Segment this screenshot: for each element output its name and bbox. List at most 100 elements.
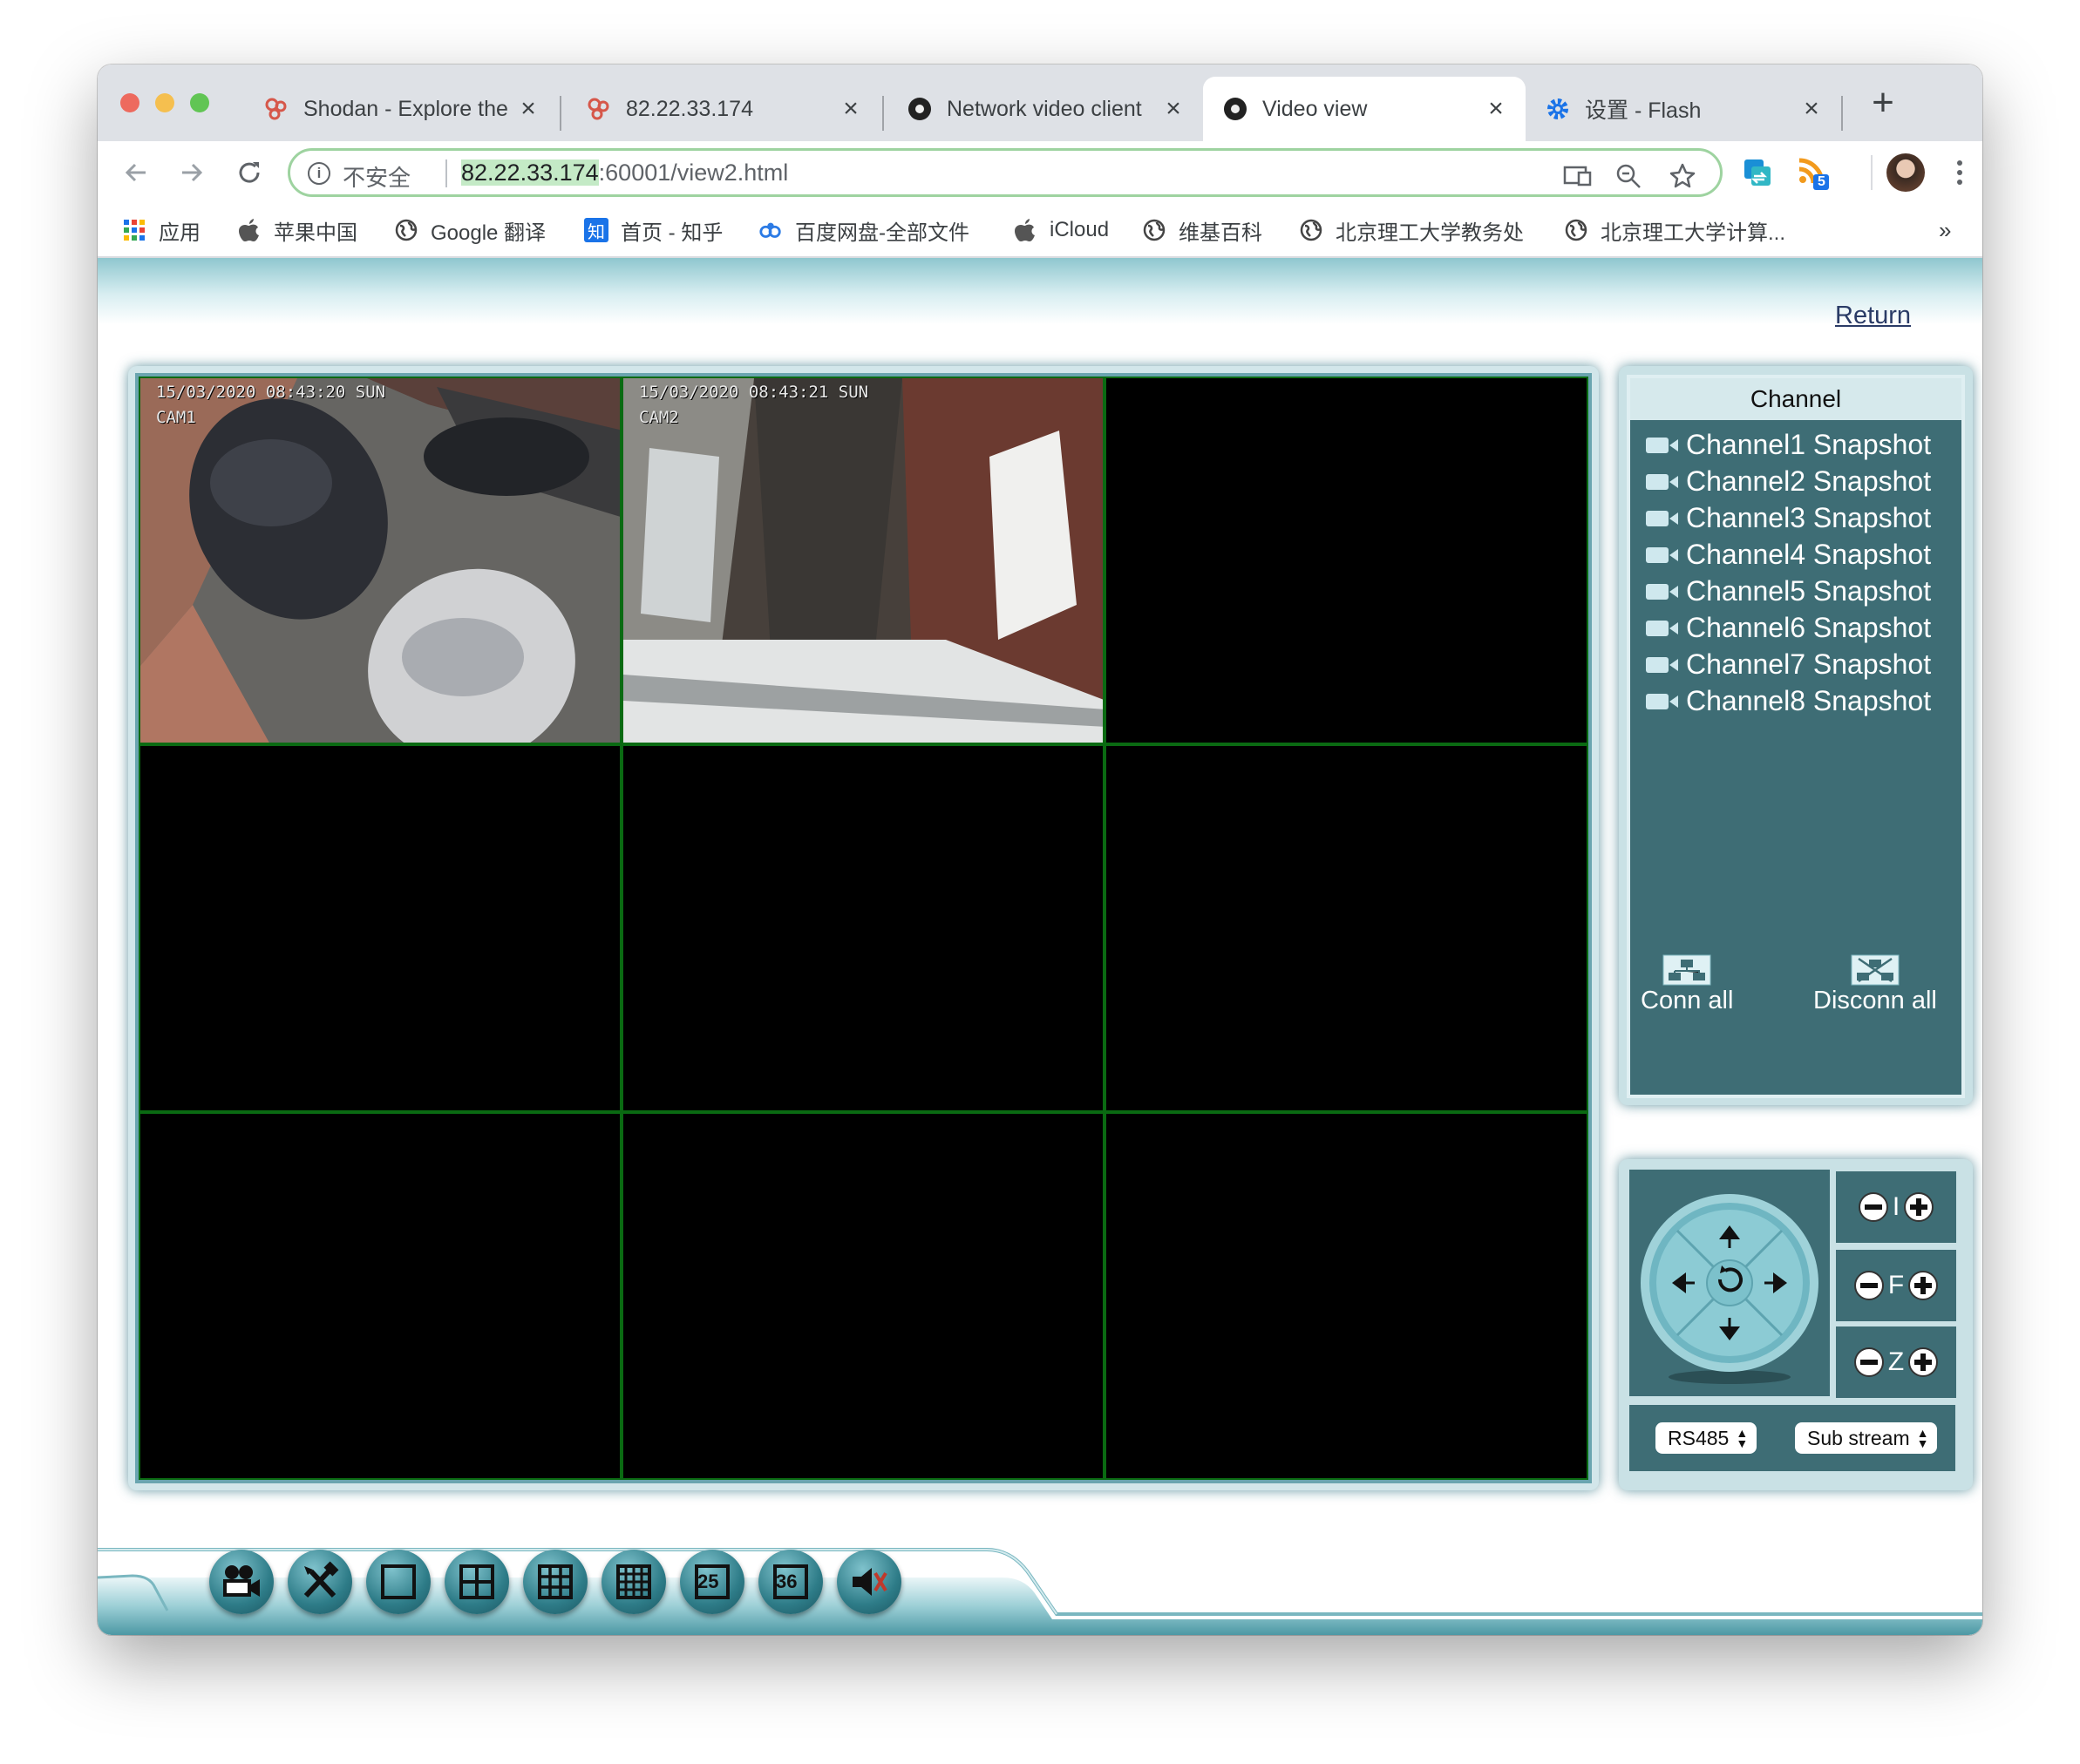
apple-icon: [237, 218, 262, 242]
tab-network-video-client[interactable]: Network video client ×: [887, 77, 1203, 141]
channel-label: Channel5 Snapshot: [1686, 574, 1932, 607]
channel6-snapshot[interactable]: Channel6 Snapshot: [1646, 610, 1931, 645]
bookmarks-bar: 应用 苹果中国 Google 翻译 知 首页 - 知乎 百度网盘-全部文件 iC…: [98, 204, 1982, 258]
layout-4-button[interactable]: [445, 1550, 509, 1614]
video-cell-6[interactable]: [1105, 744, 1588, 1112]
security-status[interactable]: 不安全: [343, 160, 411, 193]
address-bar[interactable]: i 不安全 82.22.33.174:60001/view2.html: [288, 148, 1723, 197]
tab-shodan[interactable]: Shodan - Explore the I ×: [244, 77, 558, 141]
plus-icon[interactable]: [1903, 1191, 1934, 1223]
disconn-all-button[interactable]: Disconn all: [1813, 953, 1937, 1015]
tab-separator: [560, 96, 561, 131]
record-button[interactable]: [209, 1550, 274, 1614]
camera-app-icon: [907, 96, 933, 122]
bookmark-apple-china[interactable]: 苹果中国: [237, 213, 357, 248]
network-disconnect-icon: [1851, 954, 1900, 986]
layout-36-button[interactable]: 36: [758, 1550, 823, 1614]
url-path: :60001/view2.html: [598, 159, 789, 186]
settings-tools-button[interactable]: [288, 1550, 352, 1614]
channel7-snapshot[interactable]: Channel7 Snapshot: [1646, 647, 1931, 682]
cam1-name: CAM1: [156, 408, 196, 427]
bookmark-wikipedia[interactable]: 维基百科: [1142, 213, 1262, 248]
bookmark-apps[interactable]: 应用: [122, 213, 201, 248]
bookmark-label: 北京理工大学教务处: [1336, 220, 1524, 245]
bookmark-bit-computing[interactable]: 北京理工大学计算...: [1564, 213, 1785, 248]
video-cell-5[interactable]: [622, 744, 1105, 1112]
bookmark-icloud[interactable]: iCloud: [1013, 213, 1109, 248]
bookmark-bit-academic[interactable]: 北京理工大学教务处: [1299, 213, 1524, 248]
browser-window: Shodan - Explore the I × 82.22.33.174 × …: [98, 64, 1982, 1635]
channel1-snapshot[interactable]: Channel1 Snapshot: [1646, 427, 1931, 462]
channel3-snapshot[interactable]: Channel3 Snapshot: [1646, 500, 1931, 535]
bookmark-label: 应用: [159, 220, 201, 245]
minus-icon[interactable]: [1853, 1347, 1885, 1378]
video-cell-1[interactable]: 15/03/2020 08:43:20 SUN CAM1: [139, 377, 622, 744]
video-cell-2[interactable]: 15/03/2020 08:43:21 SUN CAM2: [622, 377, 1105, 744]
tab-video-view[interactable]: Video view ×: [1203, 77, 1526, 141]
profile-avatar[interactable]: [1886, 153, 1925, 192]
back-arrow-icon[interactable]: [117, 153, 155, 192]
conn-all-button[interactable]: Conn all: [1641, 953, 1733, 1015]
bookmark-label: 首页 - 知乎: [621, 220, 724, 245]
stream-value: Sub stream: [1807, 1426, 1910, 1449]
video-cell-8[interactable]: [622, 1112, 1105, 1480]
stream-select[interactable]: Sub stream ▲ ▼: [1795, 1422, 1938, 1454]
minus-icon[interactable]: [1853, 1270, 1885, 1301]
close-tab-icon[interactable]: ×: [1484, 94, 1508, 123]
minimize-window-button[interactable]: [155, 93, 174, 112]
bookmarks-overflow-button[interactable]: »: [1939, 213, 1951, 248]
video-cell-3[interactable]: [1105, 377, 1588, 744]
cast-icon[interactable]: [1563, 161, 1593, 191]
layout-16-button[interactable]: [602, 1550, 666, 1614]
cam1-feed: [140, 378, 620, 743]
menu-icon[interactable]: [1942, 155, 1977, 190]
sync-extension-icon[interactable]: [1740, 155, 1775, 190]
rss-extension-icon[interactable]: 5: [1796, 155, 1831, 190]
reload-icon[interactable]: [230, 153, 268, 192]
maximize-window-button[interactable]: [190, 93, 209, 112]
layout-9-button[interactable]: [523, 1550, 588, 1614]
tab-strip: Shodan - Explore the I × 82.22.33.174 × …: [98, 64, 1982, 141]
video-cell-4[interactable]: [139, 744, 622, 1112]
camera-app-icon: [1222, 96, 1248, 122]
bookmark-baidu-pan[interactable]: 百度网盘-全部文件: [758, 213, 969, 248]
channel2-snapshot[interactable]: Channel2 Snapshot: [1646, 464, 1931, 499]
protocol-select[interactable]: RS485 ▲ ▼: [1655, 1422, 1757, 1454]
return-link[interactable]: Return: [1835, 302, 1911, 330]
channel5-snapshot[interactable]: Channel5 Snapshot: [1646, 573, 1931, 608]
close-tab-icon[interactable]: ×: [516, 94, 540, 123]
tab-flash-settings[interactable]: 设置 - Flash ×: [1526, 77, 1841, 141]
tab-ip[interactable]: 82.22.33.174 ×: [567, 77, 880, 141]
shodan-icon: [586, 96, 612, 122]
zoom-icon[interactable]: [1614, 161, 1643, 191]
tab-title: 设置 - Flash: [1585, 98, 1702, 123]
camera-icon: [1646, 544, 1679, 565]
layout-25-button[interactable]: 25: [680, 1550, 744, 1614]
channel4-snapshot[interactable]: Channel4 Snapshot: [1646, 537, 1931, 572]
mute-button[interactable]: [837, 1550, 901, 1614]
new-tab-button[interactable]: +: [1864, 84, 1902, 122]
url-text[interactable]: 82.22.33.174:60001/view2.html: [461, 159, 788, 187]
close-tab-icon[interactable]: ×: [1799, 94, 1824, 123]
plus-icon[interactable]: [1907, 1347, 1939, 1378]
close-window-button[interactable]: [120, 93, 139, 112]
camera-icon: [1646, 580, 1679, 601]
bookmark-label: Google 翻译: [431, 220, 547, 245]
channel-label: Channel3 Snapshot: [1686, 501, 1932, 533]
info-icon[interactable]: i: [308, 162, 330, 185]
bookmark-google-translate[interactable]: Google 翻译: [394, 213, 546, 248]
video-cell-9[interactable]: [1105, 1112, 1588, 1480]
zhihu-icon: 知: [584, 218, 608, 242]
direction-pad[interactable]: [1629, 1170, 1830, 1396]
video-cell-7[interactable]: [139, 1112, 622, 1480]
bookmark-zhihu[interactable]: 知 首页 - 知乎: [584, 213, 723, 248]
forward-arrow-icon[interactable]: [173, 153, 211, 192]
bookmark-star-icon[interactable]: [1668, 161, 1697, 191]
disconn-all-label: Disconn all: [1813, 987, 1937, 1014]
close-tab-icon[interactable]: ×: [839, 94, 863, 123]
plus-icon[interactable]: [1907, 1270, 1939, 1301]
minus-icon[interactable]: [1858, 1191, 1889, 1223]
close-tab-icon[interactable]: ×: [1161, 94, 1186, 123]
layout-1-button[interactable]: [366, 1550, 431, 1614]
channel8-snapshot[interactable]: Channel8 Snapshot: [1646, 683, 1931, 718]
